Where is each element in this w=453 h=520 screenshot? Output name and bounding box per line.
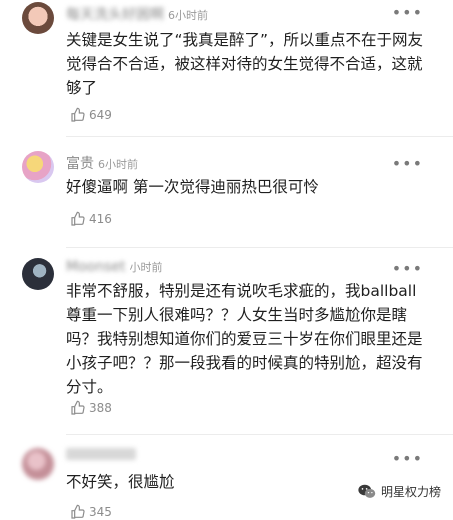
like-count: 649: [89, 108, 112, 122]
like-button[interactable]: 649: [70, 107, 112, 123]
comment-time: 6小时前: [98, 158, 138, 171]
more-dots-icon[interactable]: •••: [392, 451, 423, 467]
more-dots-icon[interactable]: •••: [392, 156, 423, 172]
username[interactable]: 每天洗头好困啊 6小时前: [66, 4, 208, 24]
comment-3: Moonset 小时前 ••• 非常不舒服，特别是还有说吹毛求疵的，我ballba…: [0, 248, 453, 435]
comment-time: 6小时前: [168, 9, 208, 22]
avatar[interactable]: [22, 258, 54, 290]
like-button[interactable]: 345: [70, 504, 112, 520]
watermark-text: 明星权力榜: [380, 485, 441, 499]
comment-text: 关键是女生说了“我真是醉了”，所以重点不在于网友觉得合不合适，被这样对待的女生觉…: [66, 31, 424, 97]
comment-text: 好傻逼啊 第一次觉得迪丽热巴很可怜: [66, 178, 319, 196]
comment-1: 每天洗头好困啊 6小时前 ••• 关键是女生说了“我真是醉了”，所以重点不在于网友…: [0, 0, 453, 137]
avatar[interactable]: [22, 2, 54, 34]
thumbs-up-icon: [71, 400, 85, 415]
more-dots-icon[interactable]: •••: [392, 261, 423, 277]
like-button[interactable]: 388: [70, 400, 112, 416]
comment-time: 小时前: [129, 261, 163, 274]
thumbs-up-icon: [71, 107, 85, 122]
comment-2: 富贵 6小时前 ••• 好傻逼啊 第一次觉得迪丽热巴很可怜 416: [0, 137, 453, 249]
watermark: 明星权力榜: [358, 483, 441, 500]
wechat-icon: [358, 484, 376, 498]
like-button[interactable]: 416: [70, 211, 112, 227]
comment-4: ••• 不好笑，很尴尬 345: [0, 434, 453, 519]
username[interactable]: Moonset 小时前: [66, 259, 162, 275]
avatar[interactable]: [22, 151, 54, 183]
thumbs-up-icon: [71, 504, 85, 519]
comment-text: 非常不舒服，特别是还有说吹毛求疵的，我ballball尊重一下别人很难吗？？人女…: [66, 282, 423, 396]
username[interactable]: [66, 448, 140, 464]
more-dots-icon[interactable]: •••: [392, 5, 423, 21]
like-count: 345: [89, 505, 112, 519]
like-count: 416: [89, 212, 112, 226]
avatar[interactable]: [22, 448, 54, 480]
username[interactable]: 富贵 6小时前: [66, 153, 138, 173]
thumbs-up-icon: [71, 211, 85, 226]
username-blurred: [66, 448, 136, 460]
like-count: 388: [89, 401, 112, 415]
